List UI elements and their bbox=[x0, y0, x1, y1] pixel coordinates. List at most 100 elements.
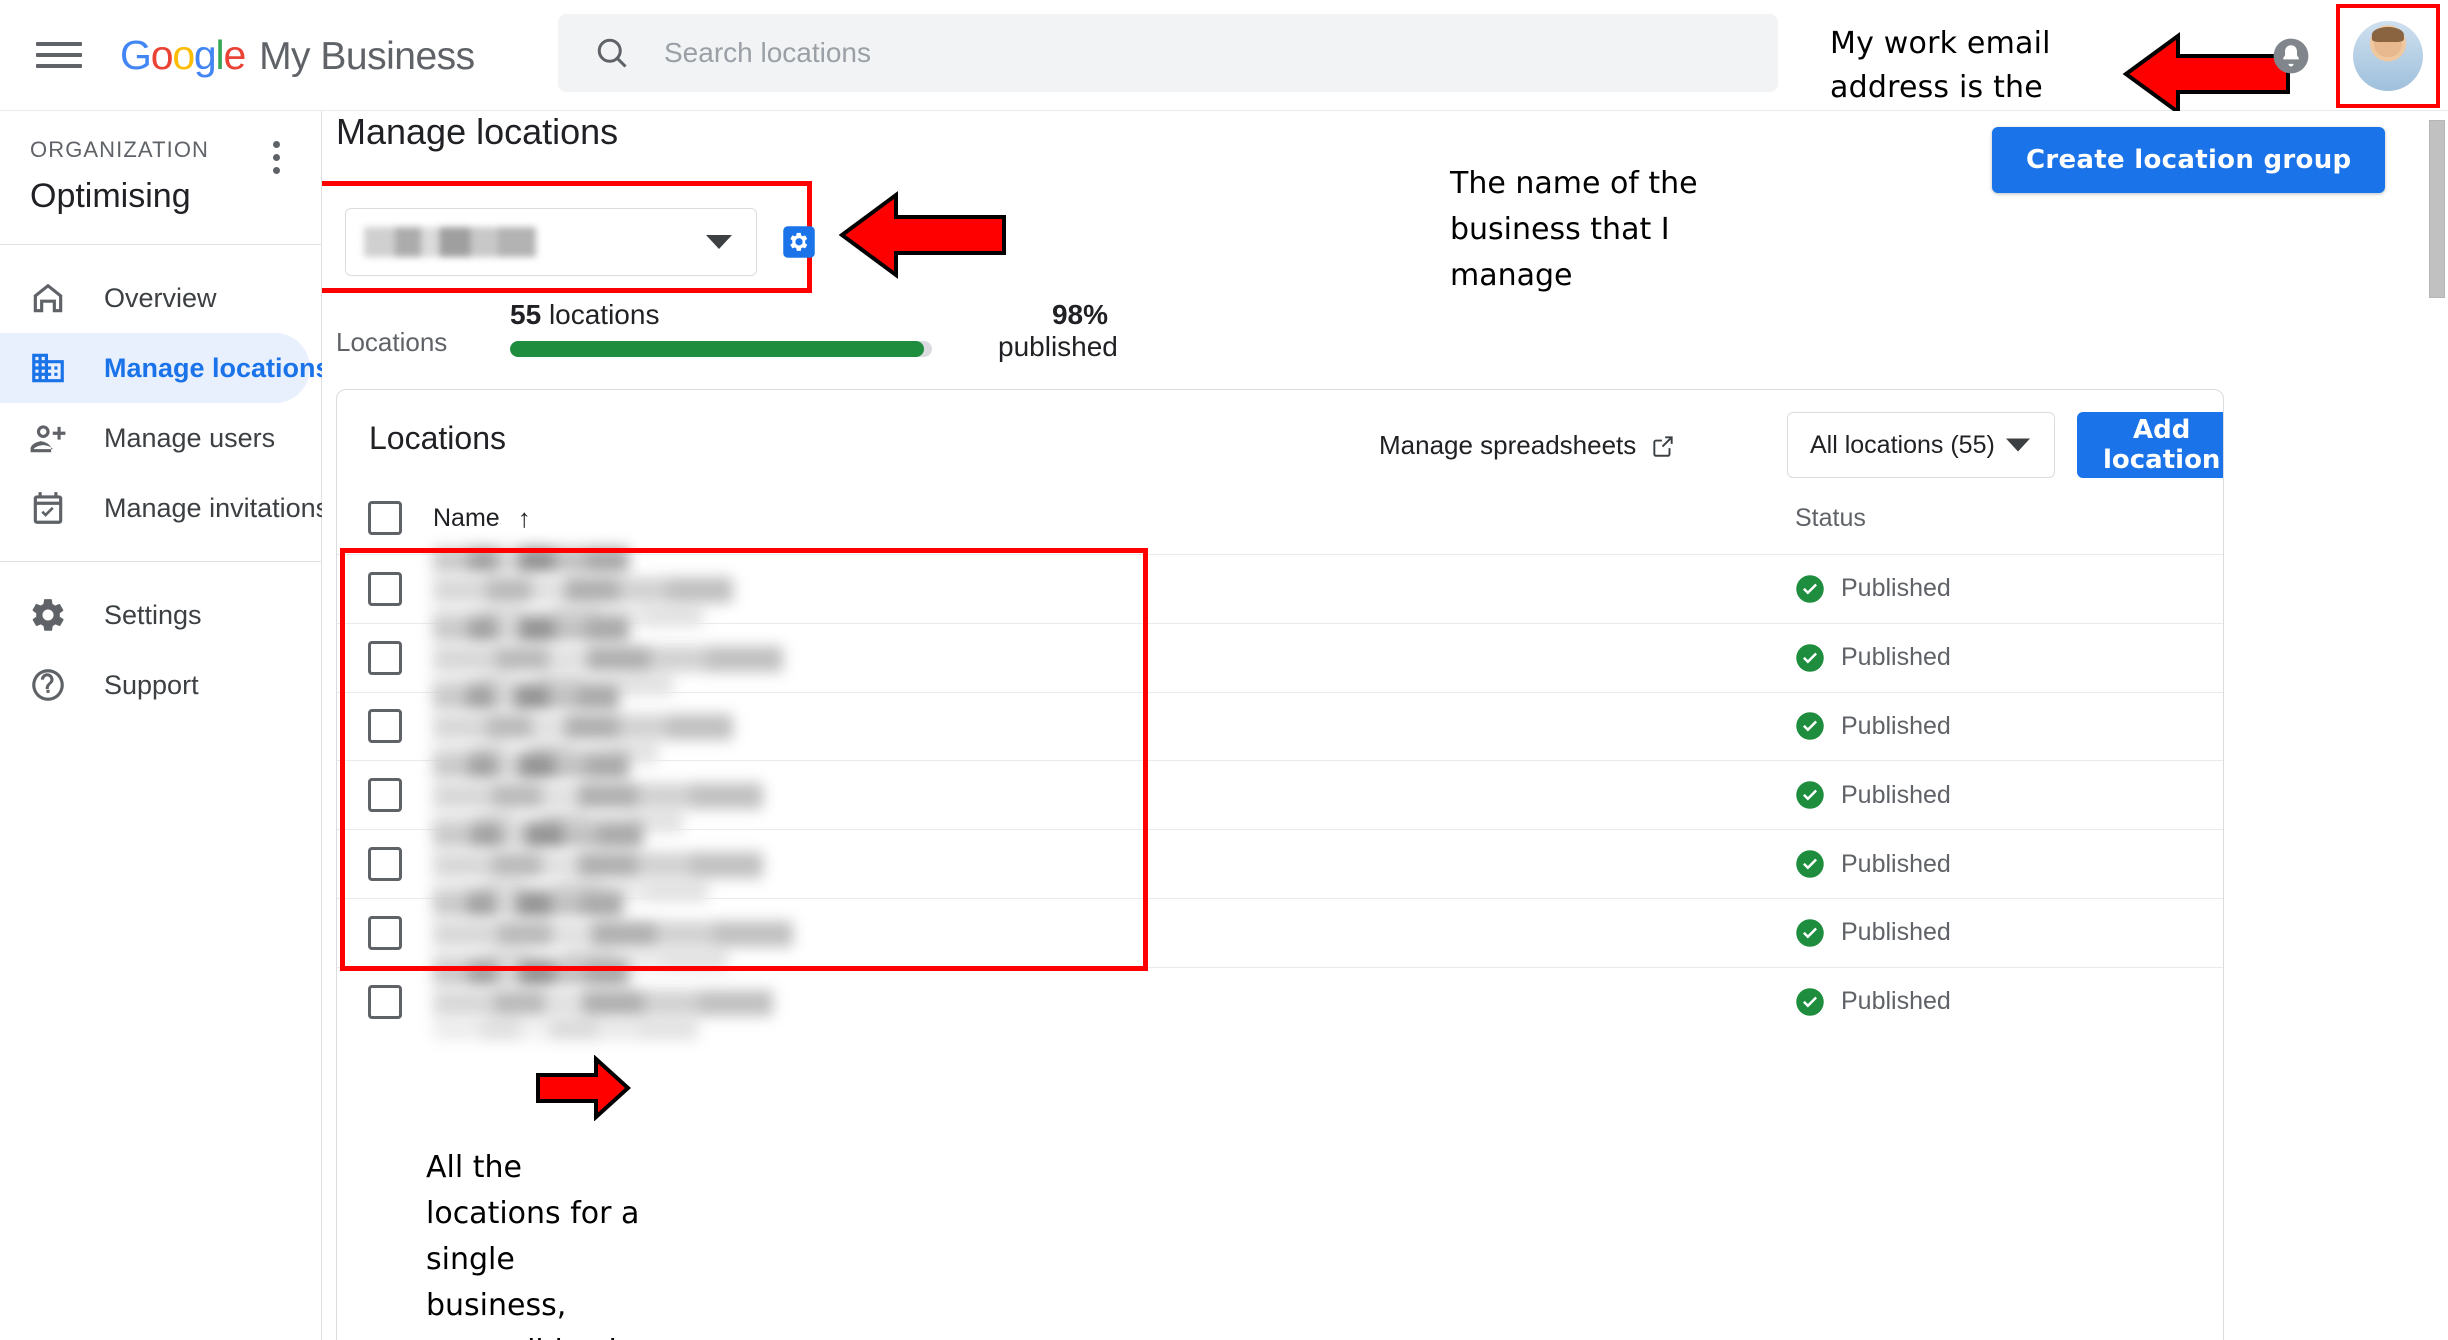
redacted-location-name bbox=[433, 645, 783, 672]
person-add-icon bbox=[26, 416, 70, 460]
sidebar-item-support[interactable]: Support bbox=[0, 650, 321, 720]
row-status-label: Published bbox=[1841, 711, 1951, 740]
locations-count: 55 locations bbox=[510, 299, 932, 331]
sidebar-item-manage-locations[interactable]: Manage locations bbox=[0, 333, 331, 403]
redacted-location-name bbox=[433, 615, 629, 642]
row-name-cell[interactable] bbox=[433, 684, 1795, 765]
table-row[interactable]: Published bbox=[337, 615, 2223, 696]
manage-spreadsheets-link[interactable]: Manage spreadsheets bbox=[1379, 430, 1676, 461]
row-select-cell bbox=[337, 915, 433, 950]
row-status-cell: Published bbox=[1795, 849, 2223, 879]
row-status-cell: Published bbox=[1795, 987, 2223, 1017]
sidebar-item-manage-users[interactable]: Manage users bbox=[0, 403, 321, 473]
progress-track bbox=[510, 341, 932, 357]
row-status-label: Published bbox=[1841, 780, 1951, 809]
app-window: Google My Business Search locations My w… bbox=[0, 0, 2448, 1340]
sidebar-item-manage-invitations[interactable]: Manage invitations bbox=[0, 473, 329, 543]
annotation-arrow-left-2 bbox=[838, 189, 1008, 286]
published-percent-unit: published bbox=[998, 331, 1118, 362]
select-all-checkbox[interactable] bbox=[368, 501, 402, 535]
sidebar-item-label: Settings bbox=[104, 599, 202, 630]
check-circle-icon bbox=[1795, 643, 1825, 673]
row-name-cell[interactable] bbox=[433, 615, 1795, 696]
redacted-business-name bbox=[364, 227, 536, 257]
published-percent: 98% published bbox=[998, 299, 1118, 363]
table-row[interactable]: Published bbox=[337, 890, 2223, 971]
row-checkbox[interactable] bbox=[368, 709, 402, 744]
row-checkbox[interactable] bbox=[368, 778, 402, 813]
locations-filter-value: All locations (55) bbox=[1810, 430, 1995, 459]
group-settings-icon[interactable] bbox=[781, 224, 817, 260]
row-name-cell[interactable] bbox=[433, 753, 1795, 834]
product-name: My Business bbox=[259, 34, 475, 78]
notifications-icon[interactable] bbox=[2272, 37, 2310, 75]
row-select-cell bbox=[337, 640, 433, 675]
create-location-group-button[interactable]: Create location group bbox=[1992, 127, 2386, 193]
chevron-down-icon bbox=[2006, 438, 2030, 452]
select-all-cell bbox=[337, 501, 433, 535]
check-circle-icon bbox=[1795, 918, 1825, 948]
search-icon bbox=[594, 35, 630, 71]
sidebar-item-overview[interactable]: Overview bbox=[0, 263, 321, 333]
row-checkbox[interactable] bbox=[368, 640, 402, 675]
google-logo: Google bbox=[120, 31, 246, 78]
sidebar-item-label: Support bbox=[104, 669, 199, 700]
redacted-location-name bbox=[433, 959, 629, 986]
check-circle-icon bbox=[1795, 987, 1825, 1017]
scrollbar-thumb[interactable] bbox=[2429, 120, 2445, 298]
redacted-location-name bbox=[433, 576, 733, 603]
locations-table: Name ↑ Status Published Published Publishe… bbox=[337, 482, 2223, 1040]
redacted-location-name bbox=[433, 546, 629, 573]
open-in-new-icon bbox=[1650, 433, 1676, 459]
avatar[interactable] bbox=[2353, 21, 2423, 91]
row-name-cell[interactable] bbox=[433, 822, 1795, 903]
page-scrollbar[interactable] bbox=[2426, 112, 2448, 1340]
row-status-cell: Published bbox=[1795, 574, 2223, 604]
menu-icon[interactable] bbox=[36, 38, 82, 72]
published-percent-value: 98% bbox=[1051, 299, 1108, 330]
sidebar-item-label: Manage invitations bbox=[104, 492, 330, 523]
nav-group-secondary: Settings Support bbox=[0, 562, 321, 738]
account-avatar-highlight[interactable] bbox=[2336, 4, 2440, 108]
redacted-location-name bbox=[433, 822, 643, 849]
search-input[interactable]: Search locations bbox=[558, 14, 1778, 92]
row-status-label: Published bbox=[1841, 574, 1951, 603]
sidebar-item-settings[interactable]: Settings bbox=[0, 580, 321, 650]
row-name-cell[interactable] bbox=[433, 890, 1795, 971]
locations-filter-select[interactable]: All locations (55) bbox=[1787, 412, 2055, 478]
row-checkbox[interactable] bbox=[368, 847, 402, 882]
progress-fill bbox=[510, 341, 924, 357]
redacted-location-name bbox=[433, 852, 763, 879]
business-icon bbox=[26, 346, 70, 390]
table-row[interactable]: Published bbox=[337, 546, 2223, 627]
row-checkbox[interactable] bbox=[368, 571, 402, 606]
row-select-cell bbox=[337, 984, 433, 1019]
search-placeholder: Search locations bbox=[664, 37, 872, 68]
row-status-cell: Published bbox=[1795, 711, 2223, 741]
row-status-label: Published bbox=[1841, 918, 1951, 947]
manage-spreadsheets-label: Manage spreadsheets bbox=[1379, 430, 1637, 460]
home-icon bbox=[26, 276, 70, 320]
organization-block: ORGANIZATION Optimising bbox=[0, 111, 321, 244]
column-name-label: Name bbox=[433, 503, 500, 532]
table-row[interactable]: Published bbox=[337, 959, 2223, 1040]
table-row[interactable]: Published bbox=[337, 684, 2223, 765]
row-name-cell[interactable] bbox=[433, 959, 1795, 1040]
table-row[interactable]: Published bbox=[337, 753, 2223, 834]
nav-group-primary: Overview Manage locations Manage users M… bbox=[0, 245, 331, 561]
row-status-label: Published bbox=[1841, 987, 1951, 1016]
calendar-check-icon bbox=[26, 486, 70, 530]
table-row[interactable]: Published bbox=[337, 822, 2223, 903]
location-group-select[interactable] bbox=[345, 208, 757, 276]
row-checkbox[interactable] bbox=[368, 984, 402, 1019]
add-location-button[interactable]: Add location bbox=[2077, 412, 2223, 478]
row-name-cell[interactable] bbox=[433, 546, 1795, 627]
redacted-location-name bbox=[433, 783, 763, 810]
sidebar: ORGANIZATION Optimising Overview Manage … bbox=[0, 111, 331, 1340]
column-name[interactable]: Name ↑ bbox=[433, 503, 1795, 534]
row-status-label: Published bbox=[1841, 643, 1951, 672]
row-checkbox[interactable] bbox=[368, 915, 402, 950]
annotation-arrow-right bbox=[534, 1054, 632, 1126]
annotation-group-selector: The name of the business that I manage bbox=[1450, 166, 1698, 293]
more-vert-icon[interactable] bbox=[271, 141, 281, 180]
